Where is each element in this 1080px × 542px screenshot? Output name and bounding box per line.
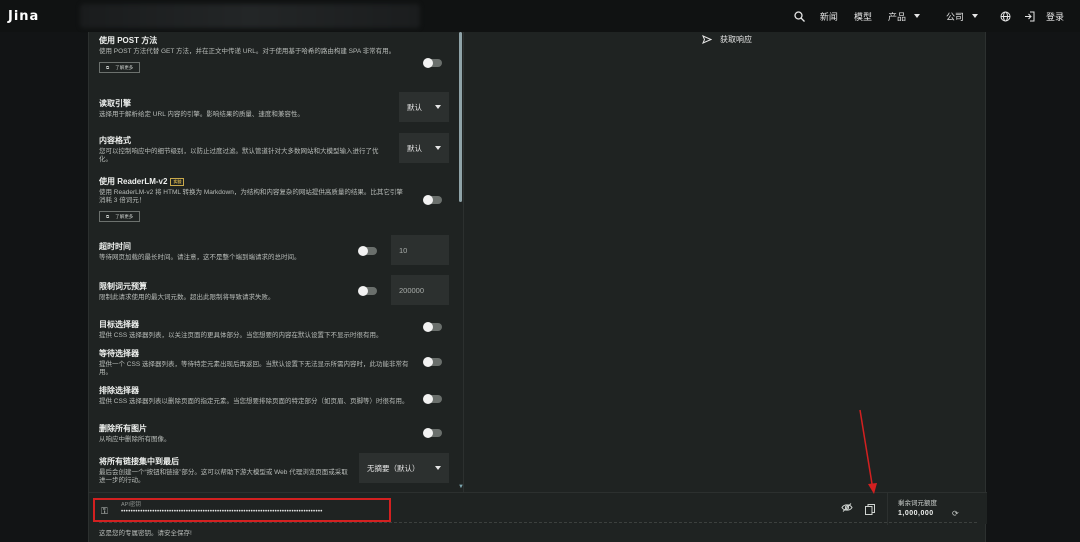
get-response-label: 获取响应 (720, 35, 752, 44)
copy-icon[interactable] (865, 502, 875, 515)
top-nav-bar: Jina 新闻 模型 产品 公司 登录 (0, 0, 1080, 32)
post-method-toggle[interactable] (423, 58, 442, 68)
option-readerlm: 使用 ReaderLM-v2 实验 使用 ReaderLM-v2 将 HTML 转… (99, 176, 459, 223)
gather-links-value: 无摘要（默认） (367, 463, 420, 473)
engine-select[interactable]: 默认 (399, 92, 449, 122)
option-remove-selector: 排除选择器 提供 CSS 选择器列表以删除页面的指定元素。当您想要排除页面的特定… (99, 385, 459, 406)
api-key-bar: ⚿ API密钥 ••••••••••••••••••••••••••••••••… (89, 492, 987, 525)
learn-more-button[interactable]: ⧉ 了解更多 (99, 62, 141, 73)
external-link-icon: ⧉ (106, 214, 110, 219)
remove-images-toggle[interactable] (423, 428, 442, 438)
option-remove-images: 删除所有图片 从响应中删除所有图像。 (99, 423, 459, 444)
nav-products-label: 产品 (887, 11, 906, 22)
option-desc: 提供 CSS 选择器列表，以关注页面的更具体部分。当您想要的内容在默认设置下不显… (99, 332, 383, 339)
option-title: 等待选择器 (99, 349, 139, 358)
option-desc: 使用 ReaderLM-v2 将 HTML 转换为 Markdown，为结构和内… (99, 189, 403, 204)
wait-selector-toggle[interactable] (423, 357, 442, 367)
option-desc: 从响应中删除所有图像。 (99, 436, 171, 443)
option-title-text: 使用 ReaderLM-v2 (99, 177, 168, 186)
api-key-hint: 这是您的专属密钥。请安全保存! (99, 530, 192, 537)
response-panel: 获取响应 (463, 32, 987, 492)
option-desc: 限制此请求使用的最大词元数。超出此限制将导致请求失败。 (99, 294, 275, 301)
nav-company-dropdown[interactable]: 公司 (938, 10, 986, 23)
remove-selector-toggle[interactable] (423, 394, 442, 404)
learn-more-button[interactable]: ⧉ 了解更多 (99, 211, 141, 222)
option-title: 删除所有图片 (99, 424, 147, 433)
chevron-down-icon (913, 14, 920, 18)
external-link-icon: ⧉ (106, 65, 110, 70)
content-format-select[interactable]: 默认 (399, 133, 449, 163)
options-panel: 使用 POST 方法 使用 POST 方法代替 GET 方法，并在正文中传递 U… (89, 32, 463, 492)
option-desc: 等待网页加载的最长时间。请注意，这不是整个端到端请求的总时间。 (99, 254, 301, 261)
refresh-icon[interactable]: ⟳ (952, 509, 959, 518)
content-format-value: 默认 (407, 143, 422, 153)
option-title: 使用 ReaderLM-v2 实验 (99, 176, 459, 187)
nav-products-dropdown[interactable]: 产品 (880, 10, 928, 23)
api-key-label: API密钥 (121, 502, 141, 508)
token-budget-toggle[interactable] (358, 286, 377, 296)
option-token-budget: 限制词元预算 限制此请求使用的最大词元数。超出此限制将导致请求失败。 20000… (99, 275, 459, 305)
api-key-highlight: ⚿ API密钥 ••••••••••••••••••••••••••••••••… (93, 498, 391, 522)
reader-api-panel: 使用 POST 方法 使用 POST 方法代替 GET 方法，并在正文中传递 U… (88, 32, 987, 542)
api-key-field[interactable]: ••••••••••••••••••••••••••••••••••••••••… (121, 509, 386, 515)
divider (99, 522, 977, 523)
option-desc: 您可以控制响应中的细节级别，以防止过度过滤。默认管道针对大多数网站和大模型输入进… (99, 148, 379, 163)
blurred-region (80, 4, 420, 28)
get-response-button[interactable]: 获取响应 (702, 34, 752, 45)
option-content-format: 内容格式 您可以控制响应中的细节级别，以防止过度过滤。默认管道针对大多数网站和大… (99, 133, 459, 164)
readerlm-toggle[interactable] (423, 195, 442, 205)
option-title: 目标选择器 (99, 320, 139, 329)
option-target-selector: 目标选择器 提供 CSS 选择器列表，以关注页面的更具体部分。当您想要的内容在默… (99, 319, 459, 340)
quota-value: 1,000,000 (898, 510, 934, 517)
option-title: 排除选择器 (99, 386, 139, 395)
login-link[interactable]: 登录 (1042, 10, 1072, 23)
option-desc: 提供 CSS 选择器列表以删除页面的指定元素。当您想要排除页面的特定部分（如页眉… (99, 398, 409, 405)
option-gather-links: 将所有链接集中到最后 最后会创建一个“按钮和链接”部分。这可以帮助下游大模型或 … (99, 453, 459, 485)
engine-select-value: 默认 (407, 102, 422, 112)
nav-news[interactable]: 新闻 (812, 10, 846, 23)
timeout-input[interactable]: 10 (391, 235, 449, 265)
learn-more-label: 了解更多 (115, 213, 134, 219)
nav-links: 新闻 模型 产品 公司 登录 (788, 0, 1072, 32)
chevron-down-icon (435, 146, 441, 150)
gather-links-select[interactable]: 无摘要（默认） (359, 453, 449, 483)
send-icon (702, 35, 712, 44)
token-quota: 剩余词元额度 1,000,000 ⟳ (887, 493, 987, 525)
search-icon[interactable] (788, 0, 812, 32)
target-selector-toggle[interactable] (423, 322, 442, 332)
option-desc: 最后会创建一个“按钮和链接”部分。这可以帮助下游大模型或 Web 代理浏览页面或… (99, 469, 348, 484)
login-icon[interactable] (1018, 0, 1042, 32)
key-icon: ⚿ (101, 506, 108, 516)
timeout-toggle[interactable] (358, 246, 377, 256)
chevron-down-icon (435, 105, 441, 109)
nav-models[interactable]: 模型 (846, 10, 880, 23)
option-desc: 使用 POST 方法代替 GET 方法，并在正文中传递 URL。对于使用基于哈希… (99, 48, 396, 55)
quota-label: 剩余词元额度 (898, 500, 937, 507)
option-desc: 选择用于解析给定 URL 内容的引擎。影响结果的质量、速度和兼容性。 (99, 111, 304, 118)
token-budget-input[interactable]: 200000 (391, 275, 449, 305)
option-post-method: 使用 POST 方法 使用 POST 方法代替 GET 方法，并在正文中传递 U… (99, 35, 459, 74)
hide-key-icon[interactable] (841, 503, 853, 515)
chevron-down-icon (971, 14, 978, 18)
option-engine: 读取引擎 选择用于解析给定 URL 内容的引擎。影响结果的质量、速度和兼容性。 … (99, 92, 459, 122)
chevron-down-icon (435, 466, 441, 470)
option-wait-selector: 等待选择器 提供一个 CSS 选择器列表，等待特定元素出现后再返回。当默认设置下… (99, 348, 459, 377)
option-title: 使用 POST 方法 (99, 36, 158, 45)
scrollbar-thumb[interactable] (459, 32, 462, 202)
nav-company-label: 公司 (945, 11, 964, 22)
globe-icon[interactable] (994, 0, 1018, 32)
experimental-badge: 实验 (170, 177, 185, 186)
learn-more-label: 了解更多 (115, 64, 134, 70)
jina-logo[interactable]: Jina (8, 9, 39, 24)
option-timeout: 超时时间 等待网页加载的最长时间。请注意，这不是整个端到端请求的总时间。 10 (99, 235, 459, 265)
option-desc: 提供一个 CSS 选择器列表，等待特定元素出现后再返回。当默认设置下无法显示所需… (99, 361, 409, 376)
